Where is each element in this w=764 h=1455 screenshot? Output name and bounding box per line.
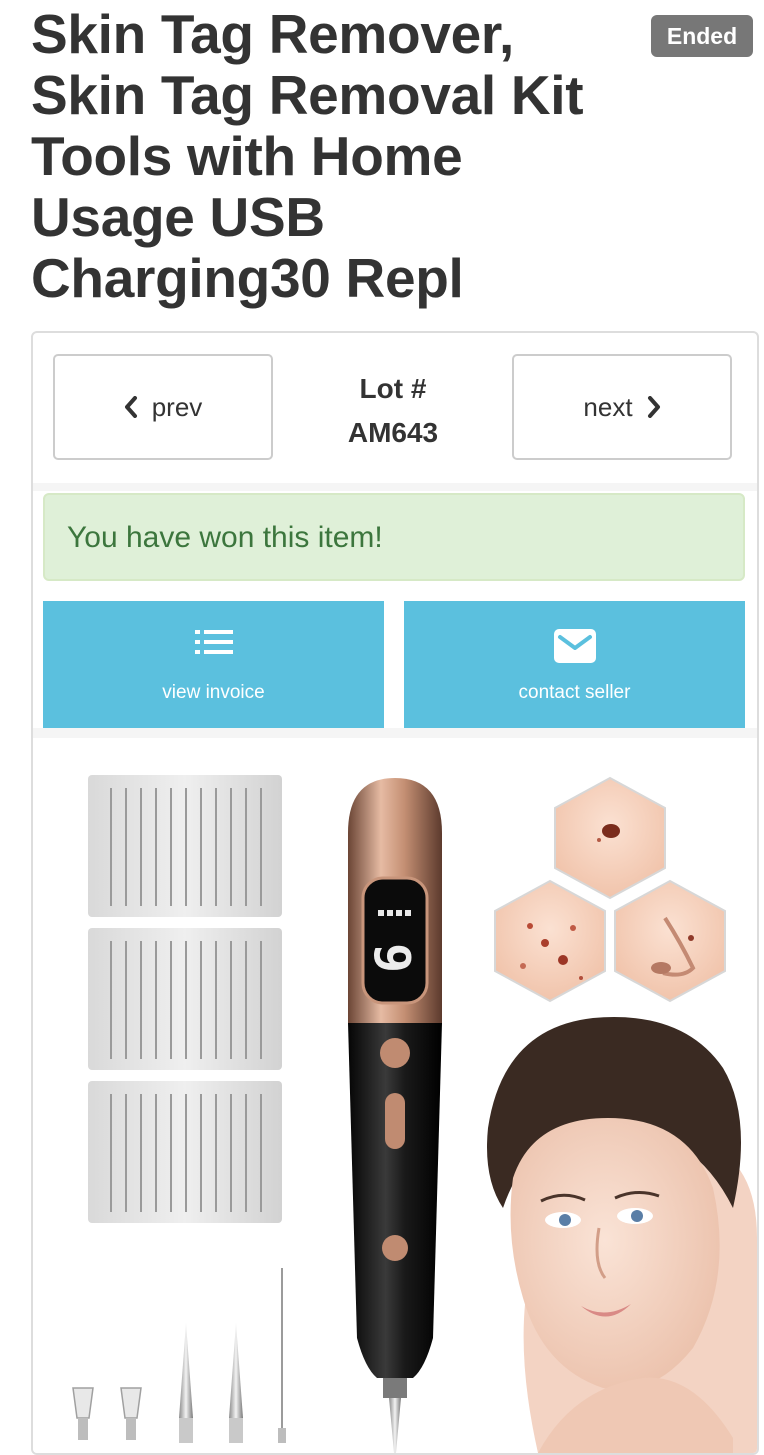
- status-badge: Ended: [651, 15, 753, 57]
- next-button[interactable]: next: [512, 354, 732, 460]
- chevron-right-icon: [647, 396, 660, 418]
- won-alert: You have won this item!: [43, 493, 745, 581]
- listing-title: Skin Tag Remover, Skin Tag Removal Kit T…: [31, 3, 584, 309]
- chevron-left-icon: [124, 396, 137, 418]
- needle-tray-group: [88, 775, 282, 1223]
- list-icon: [194, 630, 233, 654]
- lot-panel: prev Lot # AM643 next You have won this …: [31, 331, 759, 1455]
- model-portrait: [487, 1017, 757, 1453]
- section-divider: [33, 483, 757, 491]
- skin-condition-hexagons: [494, 776, 726, 1003]
- envelope-icon: [553, 629, 596, 663]
- prev-label: prev: [151, 391, 203, 422]
- lot-label: Lot #: [359, 373, 427, 404]
- device-display-digit: 9: [363, 943, 421, 973]
- contact-seller-label: contact seller: [518, 682, 631, 703]
- accessory-tips: [72, 1268, 286, 1443]
- next-label: next: [583, 391, 633, 422]
- skin-tag-pen: 9: [348, 778, 442, 1453]
- view-invoice-button[interactable]: view invoice: [43, 601, 384, 728]
- lot-number: AM643: [347, 417, 439, 448]
- prev-button[interactable]: prev: [53, 354, 273, 460]
- product-image[interactable]: 9: [33, 738, 757, 1453]
- view-invoice-label: view invoice: [162, 682, 265, 703]
- lot-number-block: Lot # AM643: [293, 367, 493, 455]
- section-divider: [33, 728, 757, 738]
- product-photo-illustration: 9: [72, 775, 757, 1453]
- contact-seller-button[interactable]: contact seller: [404, 601, 745, 728]
